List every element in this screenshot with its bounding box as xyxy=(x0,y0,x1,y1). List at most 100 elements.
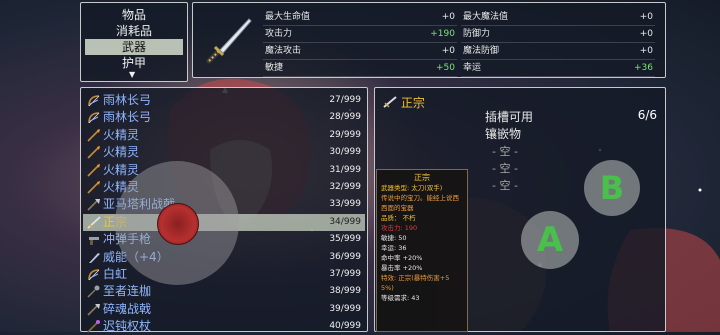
category-item-armor[interactable]: 护甲 xyxy=(81,55,187,71)
stat-row: 敏捷 +50 xyxy=(263,60,457,77)
item-count: 31/999 xyxy=(329,164,361,175)
weapon-list-item[interactable]: 碎魂战戟 39/999 xyxy=(83,301,365,318)
stat-row: 幸运 +36 xyxy=(461,60,655,77)
stats-left-column: 最大生命值 +0 攻击力 +190 魔法攻击 +0 敏捷 +50 xyxy=(263,9,457,77)
category-item-weapons[interactable]: 武器 xyxy=(85,39,183,55)
tooltip-line: 敏捷: 50 xyxy=(381,234,407,242)
stat-row: 魔法防御 +0 xyxy=(461,43,655,60)
stat-row: 最大魔法值 +0 xyxy=(461,9,655,26)
stat-label: 防御力 xyxy=(463,29,491,39)
item-name: 白虹 xyxy=(103,267,128,281)
socket-subtitle: 镶嵌物 xyxy=(485,127,522,141)
stat-value: +0 xyxy=(441,12,455,22)
tooltip-line: 品质： 不朽 xyxy=(381,214,416,222)
stats-right-column: 最大魔法值 +0 防御力 +0 魔法防御 +0 幸运 +36 xyxy=(461,9,655,77)
item-name: 雨林长弓 xyxy=(103,110,152,125)
item-name: 雨林长弓 xyxy=(103,93,152,107)
item-count: 35/999 xyxy=(329,234,361,245)
stat-label: 幸运 xyxy=(463,63,482,73)
tooltip-line: 传说中的宝刀。能经上说西 xyxy=(381,194,459,202)
katana-icon xyxy=(206,18,252,64)
stat-label: 魔法防御 xyxy=(463,46,500,56)
b-button[interactable]: B xyxy=(584,160,640,216)
item-count: 38/999 xyxy=(329,286,361,297)
item-count: 40/999 xyxy=(329,321,361,332)
stat-value: +190 xyxy=(430,29,455,39)
weapon-list-item[interactable]: 白虹 37/999 xyxy=(83,266,365,283)
stat-label: 敏捷 xyxy=(265,63,284,73)
spear-icon xyxy=(87,128,100,142)
stat-label: 魔法攻击 xyxy=(265,46,302,56)
stat-label: 最大魔法值 xyxy=(463,12,509,22)
stat-value: +36 xyxy=(634,63,653,73)
bow-icon xyxy=(88,269,100,281)
item-count: 33/999 xyxy=(329,199,361,210)
tooltip-line: 5%) xyxy=(381,284,394,292)
category-menu: 物品 消耗品 武器 护甲 ▼ xyxy=(80,2,188,82)
socket-slot[interactable]: - 空 - xyxy=(485,160,525,176)
socket-slot[interactable]: - 空 - xyxy=(485,143,525,159)
stat-row: 魔法攻击 +0 xyxy=(263,43,457,60)
weapon-list-item[interactable]: 火精灵 31/999 xyxy=(83,162,365,179)
item-count: 32/999 xyxy=(329,182,361,192)
tooltip-line: 命中率 +20% xyxy=(381,254,423,262)
category-item-consumables[interactable]: 消耗品 xyxy=(81,23,187,39)
tooltip-line: 攻击力: 190 xyxy=(381,224,418,232)
spear-icon xyxy=(87,163,100,177)
bow-icon xyxy=(88,95,100,107)
stat-label: 攻击力 xyxy=(265,29,293,39)
category-item-items[interactable]: 物品 xyxy=(81,7,187,23)
tooltip-line: 暴击率 +20% xyxy=(381,264,423,272)
blade-icon xyxy=(89,252,100,263)
tooltip-line: 西面的宝器 xyxy=(381,204,414,212)
item-name: 火精灵 xyxy=(103,162,140,177)
stat-value: +0 xyxy=(639,46,653,56)
scroll-down-arrow-icon[interactable]: ▼ xyxy=(129,70,135,79)
sword-icon xyxy=(383,96,397,108)
stat-row: 防御力 +0 xyxy=(461,26,655,43)
item-count: 30/999 xyxy=(329,147,361,158)
halberd-icon xyxy=(87,303,100,316)
weapon-list-item[interactable]: 迟钝权杖 40/999 xyxy=(83,318,365,335)
weapon-list-item[interactable]: 雨林长弓 27/999 xyxy=(83,92,365,109)
item-name: 碎魂战戟 xyxy=(103,301,152,316)
item-count: 36/999 xyxy=(329,251,361,262)
item-count: 27/999 xyxy=(329,95,361,105)
item-name: 火精灵 xyxy=(103,145,140,160)
weapon-list-item[interactable]: 火精灵 30/999 xyxy=(83,144,365,161)
tooltip-line: 特效: 正宗(暴特伤害+5 xyxy=(381,274,450,282)
weapon-list-item[interactable]: 火精灵 29/999 xyxy=(83,127,365,144)
spear-icon xyxy=(87,181,100,194)
item-count: 34/999 xyxy=(329,216,361,227)
stat-value: +0 xyxy=(441,46,455,56)
spear-icon xyxy=(87,146,100,159)
detail-title-text: 正宗 xyxy=(400,96,425,110)
tooltip-line: 幸运: 36 xyxy=(381,244,407,252)
flail-icon xyxy=(87,285,100,298)
socket-slot[interactable]: - 空 - xyxy=(485,177,525,193)
weapon-stats-panel: 最大生命值 +0 攻击力 +190 魔法攻击 +0 敏捷 +50 最大魔法值 +0 防御力… xyxy=(192,2,666,78)
item-count: 28/999 xyxy=(329,112,361,123)
stat-value: +0 xyxy=(639,12,653,22)
stat-row: 最大生命值 +0 xyxy=(263,9,457,26)
stat-label: 最大生命值 xyxy=(265,12,311,22)
detail-title: 正宗 xyxy=(383,94,425,111)
joystick-knob[interactable] xyxy=(157,203,199,245)
item-tooltip: 正宗 武器类型: 太刀(双手) 传说中的宝刀。能经上说西 西面的宝器品质： 不朽 攻击… xyxy=(376,169,468,332)
tooltip-lines: 武器类型: 太刀(双手) 传说中的宝刀。能经上说西 西面的宝器品质： 不朽 攻击力: … xyxy=(381,183,463,303)
a-button[interactable]: A xyxy=(521,211,579,269)
sword-icon xyxy=(87,216,101,229)
bow-icon xyxy=(88,112,100,124)
staff-icon xyxy=(87,320,100,333)
tooltip-line: 武器类型: 太刀(双手) xyxy=(381,184,443,192)
stat-value: +0 xyxy=(639,29,653,39)
halberd-icon xyxy=(87,199,100,211)
tooltip-line: 等级需求: 43 xyxy=(381,294,420,302)
tooltip-title: 正宗 xyxy=(414,173,430,182)
gun-icon xyxy=(89,237,99,246)
stat-row: 攻击力 +190 xyxy=(263,26,457,43)
weapon-list-item[interactable]: 至者连枷 38/999 xyxy=(83,283,365,300)
item-count: 39/999 xyxy=(329,303,361,314)
item-name: 迟钝权杖 xyxy=(103,319,152,334)
weapon-list-item[interactable]: 雨林长弓 28/999 xyxy=(83,109,365,126)
